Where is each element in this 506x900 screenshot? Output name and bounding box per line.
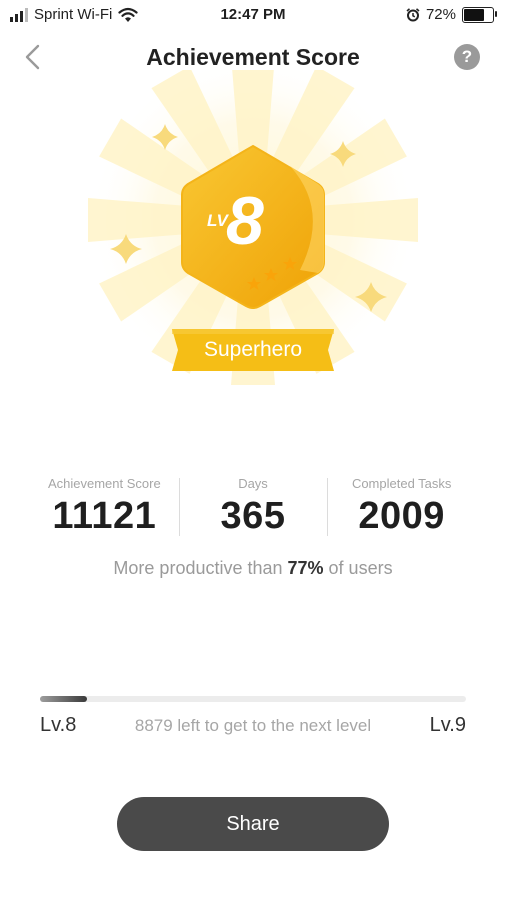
help-button[interactable]: ?: [454, 44, 480, 70]
stat-label: Completed Tasks: [351, 476, 452, 491]
level-progress-fill: [40, 696, 87, 702]
status-bar: Sprint Wi-Fi 12:47 PM 72%: [0, 0, 506, 30]
stat-completed-tasks: Completed Tasks 2009: [327, 474, 476, 544]
stat-achievement-score: Achievement Score 11121: [30, 474, 179, 544]
stat-value: 2009: [358, 495, 445, 537]
level-progress-bar: [40, 696, 466, 702]
stat-label: Achievement Score: [47, 476, 161, 491]
stat-label: Days: [238, 476, 268, 491]
stat-value: 365: [220, 495, 286, 537]
next-level-label: Lv.9: [429, 714, 466, 736]
stat-value: 11121: [52, 495, 157, 537]
stat-days: Days 365: [178, 474, 328, 544]
stats-row: Achievement Score 11121 Days 365 Complet…: [30, 474, 476, 544]
productivity-percent: 77%: [287, 558, 324, 578]
rank-label: Superhero: [203, 338, 303, 361]
battery-percent: 72%: [425, 6, 456, 23]
productivity-text: More productive than 77% of users: [0, 558, 506, 579]
alarm-icon: [406, 7, 420, 21]
share-button[interactable]: Share: [117, 797, 389, 851]
productivity-suffix: of users: [323, 558, 393, 578]
battery-fill: [464, 8, 485, 21]
page-title: Achievement Score: [146, 44, 360, 70]
productivity-prefix: More productive than: [113, 558, 288, 578]
battery-icon: [462, 6, 497, 23]
status-right: 72%: [406, 6, 497, 23]
level-number: 8: [226, 183, 264, 259]
